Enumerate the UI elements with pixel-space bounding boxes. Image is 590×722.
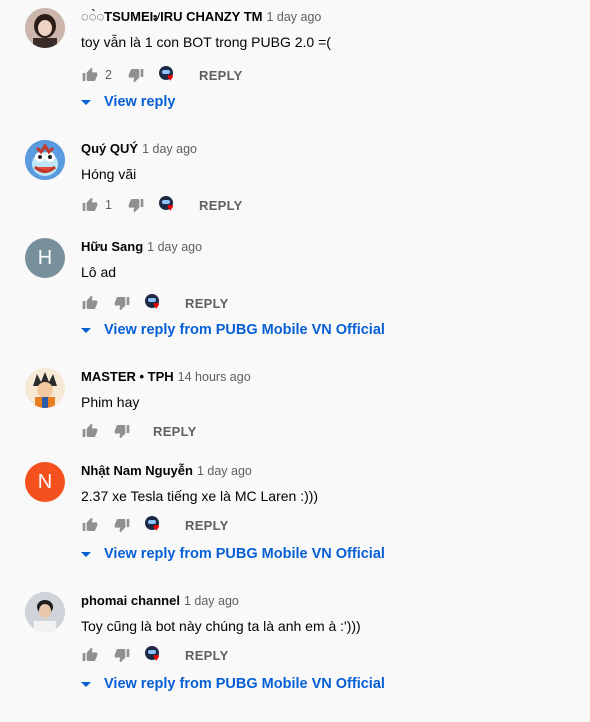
avatar[interactable] (25, 368, 65, 408)
creator-heart-icon: ♥ (145, 516, 163, 534)
thumb-down-icon[interactable] (113, 422, 131, 440)
comment-text: Phim hay (81, 394, 140, 410)
comment-header: ◌◌̀◌TSUMEI৶IRU CHANZY TM 1 day ago (81, 8, 321, 26)
avatar[interactable]: H (25, 238, 65, 278)
reply-button[interactable]: REPLY (185, 518, 229, 533)
caret-down-icon (81, 327, 91, 333)
comment-actions: 2 ♥ REPLY (81, 63, 243, 87)
comment-header: phomai channel 1 day ago (81, 592, 239, 610)
thumb-up-icon[interactable] (81, 66, 99, 84)
creator-heart-icon: ♥ (159, 66, 177, 84)
avatar-letter: H (37, 246, 53, 269)
caret-down-icon (81, 551, 91, 557)
creator-heart-icon: ♥ (145, 294, 163, 312)
view-reply-button[interactable]: View reply from PUBG Mobile VN Official (81, 322, 385, 338)
avatar[interactable] (25, 8, 65, 48)
thumb-up-icon[interactable] (81, 196, 99, 214)
comment-header: Hữu Sang 1 day ago (81, 238, 202, 256)
avatar-letter: N (37, 470, 53, 493)
creator-heart-icon: ♥ (145, 646, 163, 664)
like-count: 2 (105, 68, 112, 82)
comment-text: toy vẫn là 1 con BOT trong PUBG 2.0 =( (81, 34, 331, 50)
reply-button[interactable]: REPLY (185, 648, 229, 663)
cartoon-face-icon (25, 140, 65, 180)
comment-actions: 1 ♥ REPLY (81, 193, 243, 217)
avatar[interactable]: N (25, 462, 65, 502)
comment-time[interactable]: 1 day ago (142, 142, 197, 156)
caret-down-icon (81, 681, 91, 687)
thumb-down-icon[interactable] (127, 196, 145, 214)
author-name[interactable]: Quý QUÝ (81, 141, 138, 156)
comment-actions: ♥ REPLY (81, 513, 229, 537)
comment-header: Nhật Nam Nguyễn 1 day ago (81, 462, 252, 480)
view-reply-label: View reply from PUBG Mobile VN Official (104, 546, 385, 562)
creator-heart-icon: ♥ (159, 196, 177, 214)
comment-time[interactable]: 14 hours ago (178, 370, 251, 384)
comment-actions: ♥ REPLY (81, 643, 229, 667)
reply-button[interactable]: REPLY (185, 296, 229, 311)
view-reply-button[interactable]: View reply (81, 94, 175, 110)
thumb-down-icon[interactable] (113, 516, 131, 534)
comment-time[interactable]: 1 day ago (184, 594, 239, 608)
comment-header: MASTER • TPH 14 hours ago (81, 368, 251, 386)
comment-actions: REPLY (81, 419, 197, 443)
view-reply-label: View reply from PUBG Mobile VN Official (104, 676, 385, 692)
thumb-down-icon[interactable] (127, 66, 145, 84)
comment-time[interactable]: 1 day ago (266, 10, 321, 24)
author-name[interactable]: Nhật Nam Nguyễn (81, 463, 193, 478)
caret-down-icon (81, 99, 91, 105)
view-reply-label: View reply (104, 94, 176, 110)
author-name[interactable]: ◌◌̀◌TSUMEI৶IRU CHANZY TM (81, 9, 262, 24)
thumb-down-icon[interactable] (113, 646, 131, 664)
reply-button[interactable]: REPLY (199, 198, 243, 213)
comment-time[interactable]: 1 day ago (147, 240, 202, 254)
like-count: 1 (105, 198, 112, 212)
avatar[interactable] (25, 592, 65, 632)
author-name[interactable]: MASTER • TPH (81, 369, 174, 384)
avatar[interactable] (25, 140, 65, 180)
comment-header: Quý QUÝ 1 day ago (81, 140, 197, 158)
comment-text: Hóng vãi (81, 166, 137, 182)
comment-actions: ♥ REPLY (81, 291, 229, 315)
author-name[interactable]: phomai channel (81, 593, 180, 608)
comment-time[interactable]: 1 day ago (197, 464, 252, 478)
thumb-up-icon[interactable] (81, 422, 99, 440)
reply-button[interactable]: REPLY (153, 424, 197, 439)
person-photo-icon (25, 592, 65, 632)
comment-text: Lô ad (81, 264, 117, 280)
thumb-up-icon[interactable] (81, 516, 99, 534)
thumb-up-icon[interactable] (81, 294, 99, 312)
person-photo-icon (25, 8, 65, 48)
view-reply-label: View reply from PUBG Mobile VN Official (104, 322, 385, 338)
comment-text: Toy cũng là bot này chúng ta là anh em à… (81, 618, 361, 634)
thumb-up-icon[interactable] (81, 646, 99, 664)
view-reply-button[interactable]: View reply from PUBG Mobile VN Official (81, 546, 385, 562)
anime-character-icon (25, 368, 65, 408)
comment-text: 2.37 xe Tesla tiếng xe là MC Laren :))) (81, 488, 319, 504)
thumb-down-icon[interactable] (113, 294, 131, 312)
author-name[interactable]: Hữu Sang (81, 239, 143, 254)
view-reply-button[interactable]: View reply from PUBG Mobile VN Official (81, 676, 385, 692)
reply-button[interactable]: REPLY (199, 68, 243, 83)
